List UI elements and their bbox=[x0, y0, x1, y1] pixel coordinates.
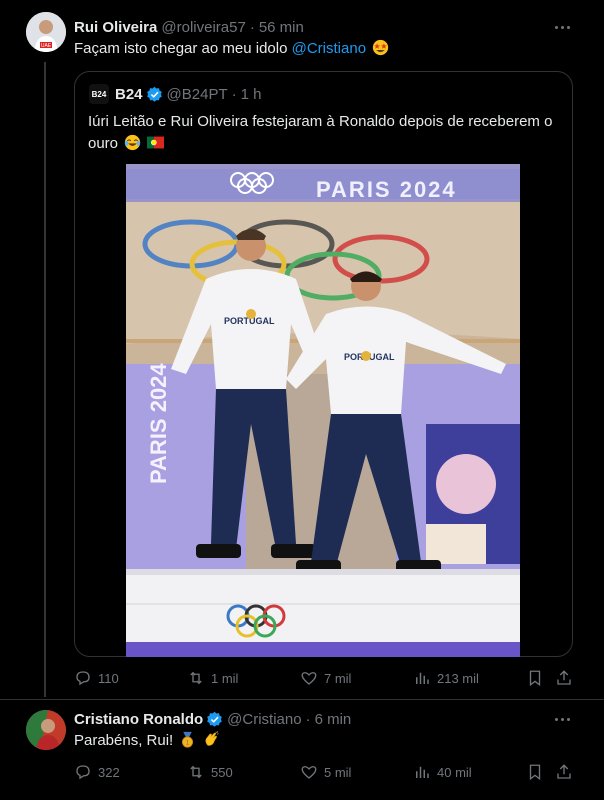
like-count: 7 mil bbox=[324, 670, 352, 686]
repost-icon bbox=[190, 671, 202, 685]
verified-badge-icon bbox=[146, 86, 162, 102]
repost-count: 550 bbox=[211, 764, 233, 780]
views-button[interactable]: 213 mil bbox=[413, 669, 479, 687]
quoted-tweet-text: Iúri Leitão e Rui Oliveira festejaram à … bbox=[88, 111, 558, 155]
tweet-text: Parabéns, Rui! 1 bbox=[74, 731, 220, 751]
tweet-cristiano-ronaldo[interactable]: Cristiano Ronaldo @Cristiano · 6 min Par… bbox=[0, 700, 604, 800]
podium-celebration-image: PARIS 2024 PARIS 2024 PORTUGAL bbox=[126, 164, 520, 657]
bookmark-icon bbox=[529, 670, 541, 687]
repost-button[interactable]: 550 bbox=[187, 763, 233, 781]
author-name[interactable]: Rui Oliveira bbox=[74, 19, 157, 36]
separator: · bbox=[305, 710, 311, 728]
analytics-icon bbox=[416, 672, 429, 684]
reply-icon bbox=[76, 765, 90, 780]
quoted-author-name[interactable]: B24 bbox=[115, 86, 143, 103]
mention-link[interactable]: @Cristiano bbox=[292, 40, 366, 57]
timestamp[interactable]: 6 min bbox=[315, 711, 352, 728]
avatar-image bbox=[26, 710, 66, 750]
quoted-timestamp[interactable]: 1 h bbox=[241, 86, 262, 103]
bookmark-button[interactable] bbox=[526, 669, 550, 687]
author-name[interactable]: Cristiano Ronaldo bbox=[74, 711, 203, 728]
side-banner-text: PARIS 2024 bbox=[146, 363, 171, 484]
reply-count: 322 bbox=[98, 764, 120, 780]
views-count: 213 mil bbox=[437, 670, 479, 686]
svg-text:UAE: UAE bbox=[41, 43, 52, 49]
avatar[interactable]: UAE bbox=[26, 12, 66, 52]
tweet-text-body: Façam isto chegar ao meu idolo bbox=[74, 40, 292, 57]
clap-emoji-icon bbox=[205, 731, 219, 746]
tweet-text: Façam isto chegar ao meu idolo @Cristian… bbox=[74, 39, 389, 59]
reply-button[interactable]: 322 bbox=[74, 763, 120, 781]
star-struck-emoji-icon bbox=[373, 39, 389, 56]
bookmark-icon bbox=[529, 764, 541, 781]
banner-text: PARIS 2024 bbox=[316, 177, 457, 202]
tweet-text-body: Parabéns, Rui! bbox=[74, 732, 174, 749]
timestamp[interactable]: 56 min bbox=[259, 19, 304, 36]
reply-count: 110 bbox=[98, 670, 119, 686]
share-icon bbox=[557, 670, 571, 685]
quoted-header: B24 @B24PT · 1 h bbox=[115, 84, 261, 104]
repost-icon bbox=[190, 765, 202, 779]
repost-button[interactable]: 1 mil bbox=[187, 669, 238, 687]
avatar-image: UAE bbox=[26, 12, 66, 52]
medal-emoji-icon: 1 bbox=[182, 731, 194, 748]
tweet-photo[interactable]: PARIS 2024 PARIS 2024 PORTUGAL bbox=[126, 164, 520, 657]
like-count: 5 mil bbox=[324, 764, 352, 780]
separator: · bbox=[249, 18, 255, 36]
more-options-icon[interactable] bbox=[552, 709, 572, 729]
portugal-flag-icon bbox=[147, 136, 165, 149]
views-count: 40 mil bbox=[437, 764, 472, 780]
tweet-rui-oliveira[interactable]: UAE Rui Oliveira @roliveira57 · 56 min F… bbox=[0, 0, 604, 700]
tweet-actions: 322 550 5 mil 40 mil bbox=[74, 763, 579, 783]
more-options-icon[interactable] bbox=[552, 17, 572, 37]
reply-button[interactable]: 110 bbox=[74, 669, 119, 687]
separator: · bbox=[231, 85, 237, 103]
joy-emoji-icon bbox=[125, 134, 141, 151]
tweet-actions: 110 1 mil 7 mil 213 mil bbox=[74, 669, 579, 689]
avatar[interactable] bbox=[26, 710, 66, 750]
author-handle[interactable]: @roliveira57 bbox=[161, 19, 245, 36]
share-button[interactable] bbox=[555, 763, 579, 781]
views-button[interactable]: 40 mil bbox=[413, 763, 472, 781]
tweet-header: Rui Oliveira @roliveira57 · 56 min bbox=[74, 17, 304, 37]
analytics-icon bbox=[416, 766, 429, 778]
bookmark-button[interactable] bbox=[526, 763, 550, 781]
share-icon bbox=[557, 764, 571, 779]
thread-line bbox=[44, 62, 46, 697]
heart-icon bbox=[301, 766, 317, 779]
verified-badge-icon bbox=[207, 711, 223, 727]
quoted-author-handle[interactable]: @B24PT bbox=[167, 86, 228, 103]
like-button[interactable]: 7 mil bbox=[300, 669, 351, 687]
like-button[interactable]: 5 mil bbox=[300, 763, 351, 781]
reply-icon bbox=[76, 671, 90, 686]
quoted-tweet[interactable]: B24 B24 @B24PT · 1 h Iúri Leitão e Rui O… bbox=[74, 71, 573, 657]
share-button[interactable] bbox=[555, 669, 579, 687]
author-handle[interactable]: @Cristiano bbox=[227, 711, 301, 728]
quoted-avatar[interactable]: B24 bbox=[89, 84, 109, 104]
tweet-header: Cristiano Ronaldo @Cristiano · 6 min bbox=[74, 709, 351, 729]
heart-icon bbox=[301, 672, 317, 685]
repost-count: 1 mil bbox=[211, 670, 239, 686]
